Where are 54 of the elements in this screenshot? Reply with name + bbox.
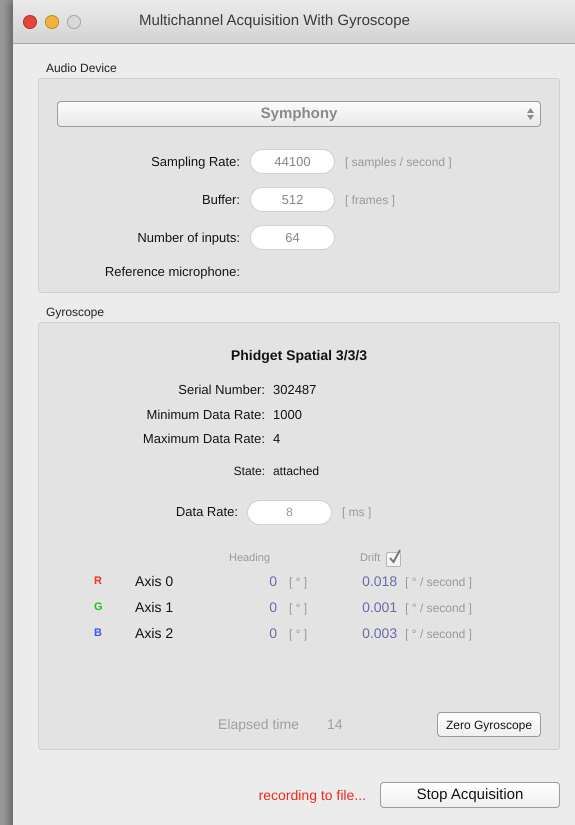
- field-label: Sampling Rate:: [150, 152, 240, 171]
- unit-label: [ ° ]: [289, 626, 308, 642]
- window-title: Multichannel Acquisition With Gyroscope: [139, 11, 410, 32]
- axis-color-letter: R: [94, 574, 103, 590]
- axis-name: Axis 0: [135, 572, 174, 591]
- axis-name: Axis 1: [135, 598, 174, 617]
- drift-value: 0.003: [361, 624, 398, 643]
- field-label: Data Rate:: [174, 503, 238, 522]
- unit-label: [ ° / second ]: [405, 626, 472, 642]
- axis-color-letter: G: [94, 600, 104, 616]
- drift-checkbox[interactable]: [386, 552, 402, 566]
- axis-name: Axis 2: [135, 624, 174, 643]
- info-value: attached: [273, 462, 320, 480]
- input-field[interactable]: 512: [250, 187, 335, 212]
- info-value: 1000: [273, 406, 302, 424]
- input-field[interactable]: 44100: [250, 149, 335, 174]
- device-dropdown[interactable]: Symphony: [57, 101, 541, 127]
- unit-label: [ ° ]: [289, 574, 308, 590]
- info-label: Minimum Data Rate:: [146, 406, 265, 424]
- section-title: Gyroscope: [46, 305, 106, 319]
- zero-gyroscope-button[interactable]: Zero Gyroscope: [436, 712, 541, 737]
- info-label: State:: [232, 462, 265, 480]
- section-title: Audio Device: [46, 61, 118, 75]
- info-value: 4: [273, 430, 280, 448]
- unit-label: [ frames ]: [345, 192, 396, 208]
- drift-value: 0.001: [361, 598, 398, 617]
- input-field[interactable]: 64: [250, 225, 335, 250]
- axis-color-letter: B: [94, 626, 103, 642]
- elapsed-time-value: 14: [326, 715, 343, 734]
- unit-label: [ ° ]: [289, 600, 308, 616]
- column-header: Heading: [229, 551, 270, 566]
- unit-label: [ samples / second ]: [345, 154, 452, 170]
- device-name: Phidget Spatial 3/3/3: [230, 346, 368, 365]
- field-label: Number of inputs:: [136, 228, 240, 247]
- info-label: Serial Number:: [177, 381, 265, 399]
- heading-value: 0: [268, 572, 277, 591]
- elapsed-time-label: Elapsed time: [218, 715, 299, 734]
- info-value: 302487: [273, 381, 316, 399]
- unit-label: [ ms ]: [342, 504, 372, 521]
- unit-label: [ ° / second ]: [405, 574, 472, 590]
- close-button[interactable]: [23, 14, 37, 28]
- info-label: Maximum Data Rate:: [142, 430, 265, 448]
- heading-value: 0: [268, 598, 277, 617]
- heading-value: 0: [268, 624, 277, 643]
- minimize-button[interactable]: [45, 14, 59, 28]
- updown-arrows-icon: [527, 108, 534, 120]
- drift-value: 0.018: [361, 572, 398, 591]
- status-message: recording to file...: [258, 786, 366, 805]
- column-header: Drift: [360, 551, 380, 566]
- field-label: Buffer:: [200, 190, 240, 209]
- stop-acquisition-button[interactable]: Stop Acquisition: [380, 782, 560, 808]
- data-rate-field[interactable]: 8: [247, 500, 332, 524]
- field-label: Reference microphone:: [104, 263, 240, 281]
- unit-label: [ ° / second ]: [405, 600, 472, 616]
